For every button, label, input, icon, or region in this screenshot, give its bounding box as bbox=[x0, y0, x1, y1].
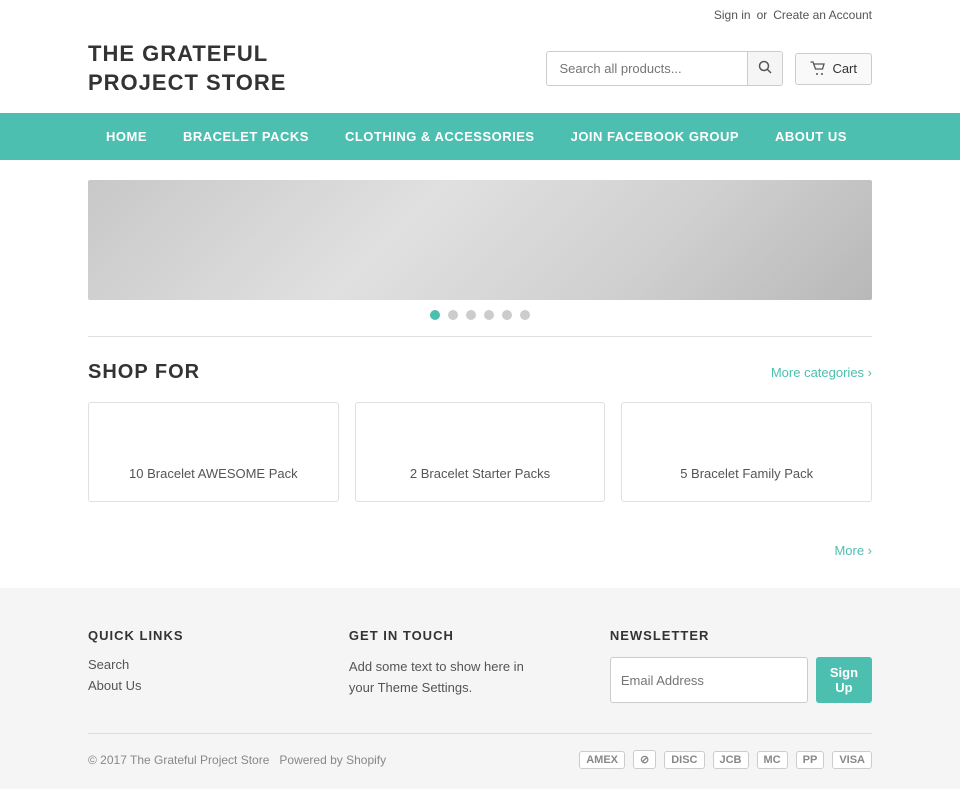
payment-paypal: PP bbox=[796, 751, 825, 769]
product-label-1: 10 Bracelet AWESOME Pack bbox=[129, 466, 298, 481]
nav-about[interactable]: ABOUT US bbox=[757, 113, 865, 160]
payment-master: MC bbox=[757, 751, 788, 769]
payment-icons: AMEX ⊘ DISC JCB MC PP VISA bbox=[579, 750, 872, 769]
footer-grid: QUICK LINKS Search About Us GET IN TOUCH… bbox=[88, 628, 872, 703]
product-card-2[interactable]: 2 Bracelet Starter Packs bbox=[355, 402, 606, 502]
search-input[interactable] bbox=[547, 53, 747, 84]
cart-icon bbox=[810, 61, 826, 77]
footer-newsletter: NEWSLETTER Sign Up bbox=[610, 628, 872, 703]
shop-section: SHOP FOR More categories › 10 Bracelet A… bbox=[0, 337, 960, 532]
nav-bracelet-packs[interactable]: BRACELET PACKS bbox=[165, 113, 327, 160]
newsletter-form: Sign Up bbox=[610, 657, 872, 703]
footer-get-in-touch: GET IN TOUCH Add some text to show here … bbox=[349, 628, 550, 703]
footer-link-about[interactable]: About Us bbox=[88, 678, 289, 693]
product-card-1[interactable]: 10 Bracelet AWESOME Pack bbox=[88, 402, 339, 502]
signin-link[interactable]: Sign in bbox=[714, 8, 751, 22]
footer: QUICK LINKS Search About Us GET IN TOUCH… bbox=[0, 588, 960, 789]
payment-discover: DISC bbox=[664, 751, 704, 769]
payment-diners: ⊘ bbox=[633, 750, 656, 769]
dot-6[interactable] bbox=[520, 310, 530, 320]
dot-5[interactable] bbox=[502, 310, 512, 320]
payment-jcb: JCB bbox=[713, 751, 749, 769]
header-top: Sign in or Create an Account bbox=[0, 0, 960, 30]
product-label-3: 5 Bracelet Family Pack bbox=[680, 466, 813, 481]
create-account-link[interactable]: Create an Account bbox=[773, 8, 872, 22]
more-link-section: More › bbox=[0, 532, 960, 578]
get-in-touch-text: Add some text to show here in your Theme… bbox=[349, 657, 550, 699]
cart-button[interactable]: Cart bbox=[795, 53, 872, 85]
footer-quick-links: QUICK LINKS Search About Us bbox=[88, 628, 289, 703]
search-form bbox=[546, 51, 783, 86]
banner-image bbox=[88, 180, 872, 300]
payment-amex: AMEX bbox=[579, 751, 625, 769]
header-right: Cart bbox=[546, 51, 872, 86]
or-separator: or bbox=[757, 8, 768, 22]
product-grid: 10 Bracelet AWESOME Pack 2 Bracelet Star… bbox=[88, 402, 872, 502]
dot-3[interactable] bbox=[466, 310, 476, 320]
newsletter-signup-button[interactable]: Sign Up bbox=[816, 657, 872, 703]
powered-by-link[interactable]: Powered by Shopify bbox=[279, 753, 386, 767]
shop-title: SHOP FOR bbox=[88, 361, 200, 384]
footer-copyright: © 2017 The Grateful Project Store Powere… bbox=[88, 753, 386, 767]
nav-home[interactable]: HOME bbox=[88, 113, 165, 160]
nav-clothing-accessories[interactable]: CLOTHING & ACCESSORIES bbox=[327, 113, 553, 160]
nav-facebook[interactable]: JOIN FACEBOOK GROUP bbox=[553, 113, 757, 160]
shop-header: SHOP FOR More categories › bbox=[88, 361, 872, 384]
store-title: THE GRATEFUL PROJECT STORE bbox=[88, 40, 286, 97]
banner bbox=[88, 180, 872, 300]
dot-1[interactable] bbox=[430, 310, 440, 320]
product-label-2: 2 Bracelet Starter Packs bbox=[410, 466, 550, 481]
header-main: THE GRATEFUL PROJECT STORE Cart bbox=[0, 30, 960, 113]
get-in-touch-heading: GET IN TOUCH bbox=[349, 628, 550, 643]
footer-bottom: © 2017 The Grateful Project Store Powere… bbox=[88, 733, 872, 769]
main-nav: HOME BRACELET PACKS CLOTHING & ACCESSORI… bbox=[0, 113, 960, 160]
payment-visa: VISA bbox=[832, 751, 872, 769]
more-link[interactable]: More › bbox=[834, 543, 872, 558]
footer-link-search[interactable]: Search bbox=[88, 657, 289, 672]
product-card-3[interactable]: 5 Bracelet Family Pack bbox=[621, 402, 872, 502]
quick-links-heading: QUICK LINKS bbox=[88, 628, 289, 643]
more-categories-link[interactable]: More categories › bbox=[771, 365, 872, 380]
newsletter-email-input[interactable] bbox=[610, 657, 808, 703]
newsletter-heading: NEWSLETTER bbox=[610, 628, 872, 643]
banner-dots bbox=[0, 310, 960, 320]
dot-4[interactable] bbox=[484, 310, 494, 320]
cart-label: Cart bbox=[832, 61, 857, 76]
dot-2[interactable] bbox=[448, 310, 458, 320]
search-button[interactable] bbox=[747, 52, 782, 85]
search-icon bbox=[758, 60, 772, 74]
